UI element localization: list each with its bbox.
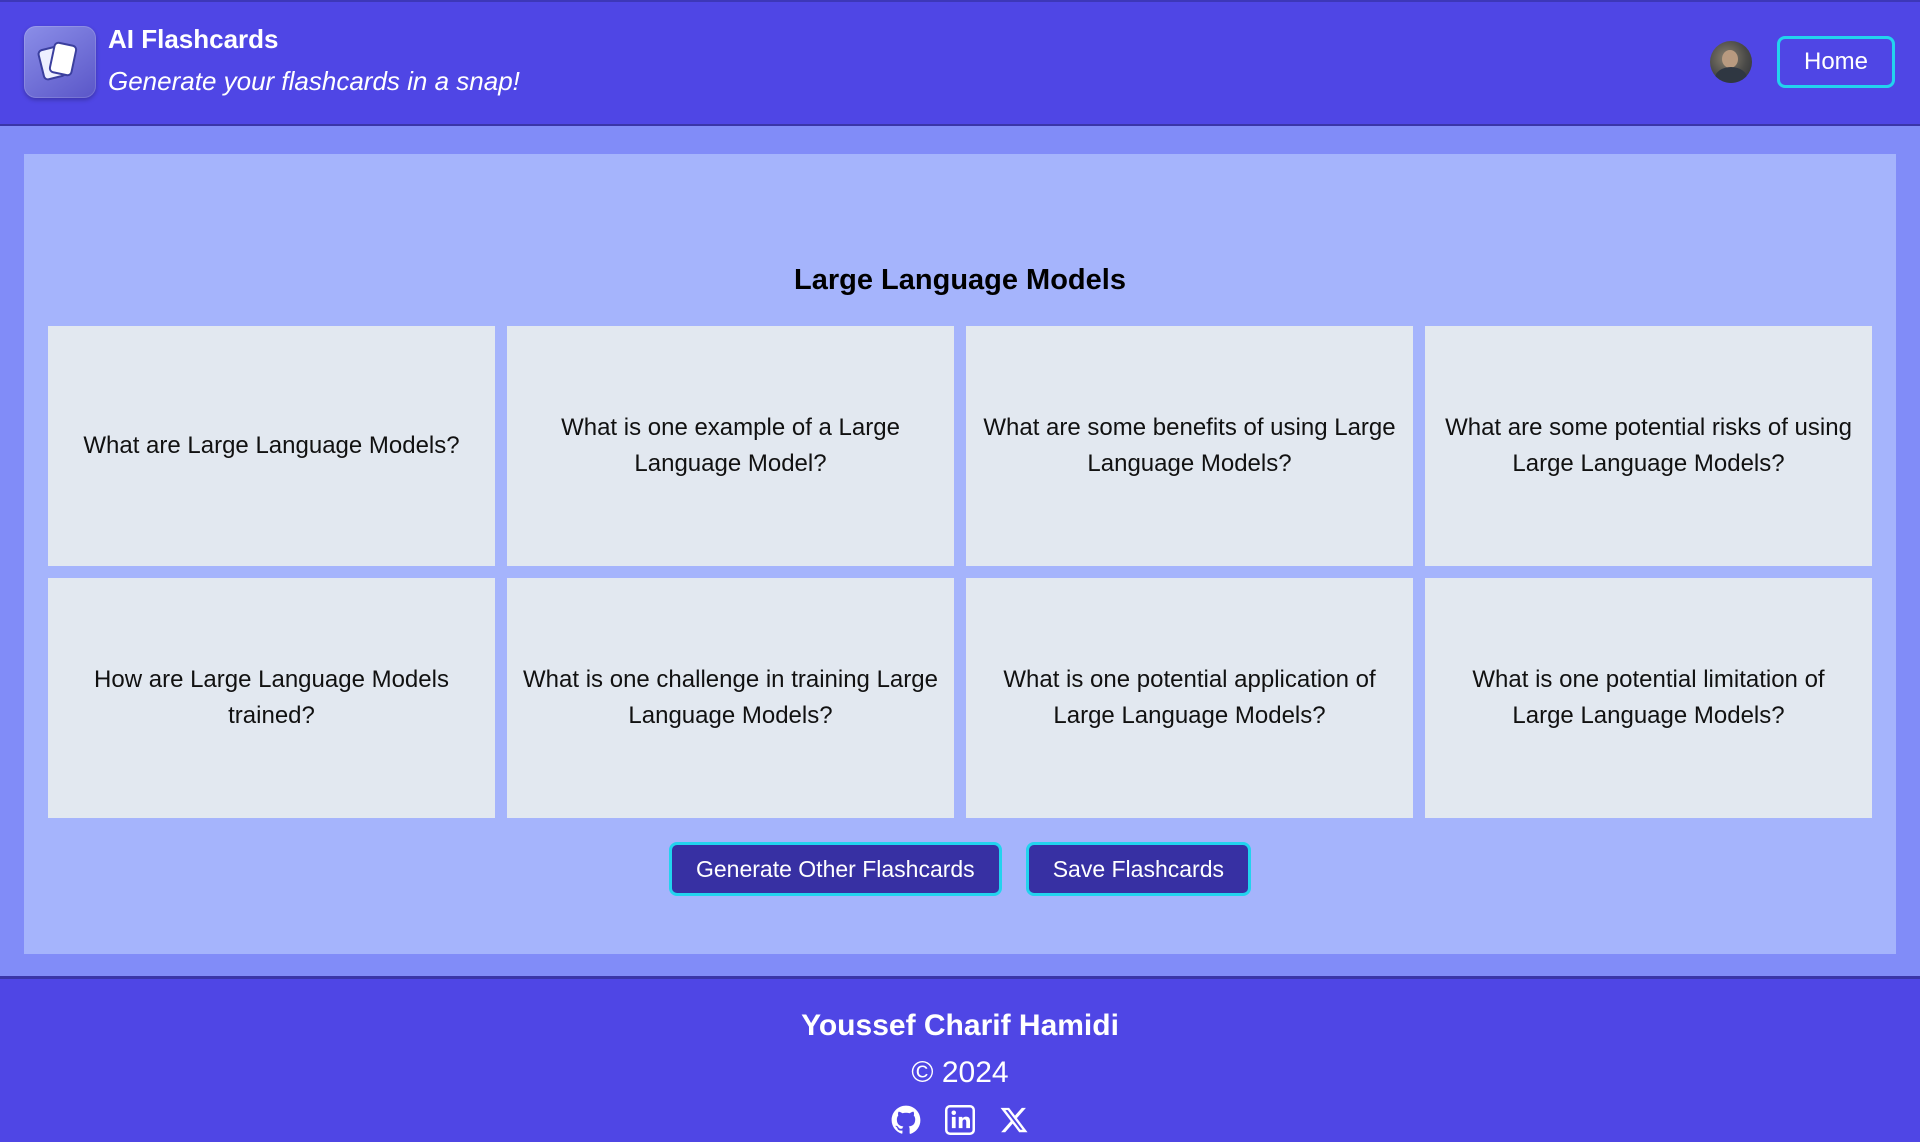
deck-title: Large Language Models: [794, 264, 1126, 296]
app-title: AI Flashcards: [108, 24, 279, 54]
flashcard[interactable]: What is one potential limitation of Larg…: [1425, 578, 1872, 818]
app-header: AI Flashcards Generate your flashcards i…: [0, 0, 1920, 126]
app-tagline: Generate your flashcards in a snap!: [108, 66, 520, 96]
flashcard[interactable]: How are Large Language Models trained?: [48, 578, 495, 818]
app-logo-icon[interactable]: [24, 26, 96, 98]
flashcard[interactable]: What is one example of a Large Language …: [507, 326, 954, 566]
flashcard[interactable]: What are some benefits of using Large La…: [966, 326, 1413, 566]
linkedin-icon[interactable]: [945, 1105, 975, 1135]
flashcards-panel: Large Language Models What are Large Lan…: [24, 154, 1896, 954]
social-links: [0, 1105, 1920, 1135]
copyright-text: © 2024: [911, 1056, 1009, 1089]
flashcard[interactable]: What are Large Language Models?: [48, 326, 495, 566]
save-flashcards-button[interactable]: Save Flashcards: [1025, 842, 1251, 896]
generate-other-flashcards-button[interactable]: Generate Other Flashcards: [669, 842, 1002, 896]
user-avatar[interactable]: [1710, 41, 1752, 83]
app-footer: Youssef Charif Hamidi © 2024: [0, 976, 1920, 1142]
home-button[interactable]: Home: [1777, 36, 1895, 88]
flashcard[interactable]: What is one potential application of Lar…: [966, 578, 1413, 818]
action-bar: Generate Other Flashcards Save Flashcard…: [24, 842, 1896, 896]
author-name: Youssef Charif Hamidi: [801, 1009, 1119, 1042]
x-icon[interactable]: [999, 1105, 1029, 1135]
flashcard[interactable]: What is one challenge in training Large …: [507, 578, 954, 818]
flashcard[interactable]: What are some potential risks of using L…: [1425, 326, 1872, 566]
github-icon[interactable]: [891, 1105, 921, 1135]
flashcard-grid: What are Large Language Models? What is …: [48, 326, 1872, 818]
